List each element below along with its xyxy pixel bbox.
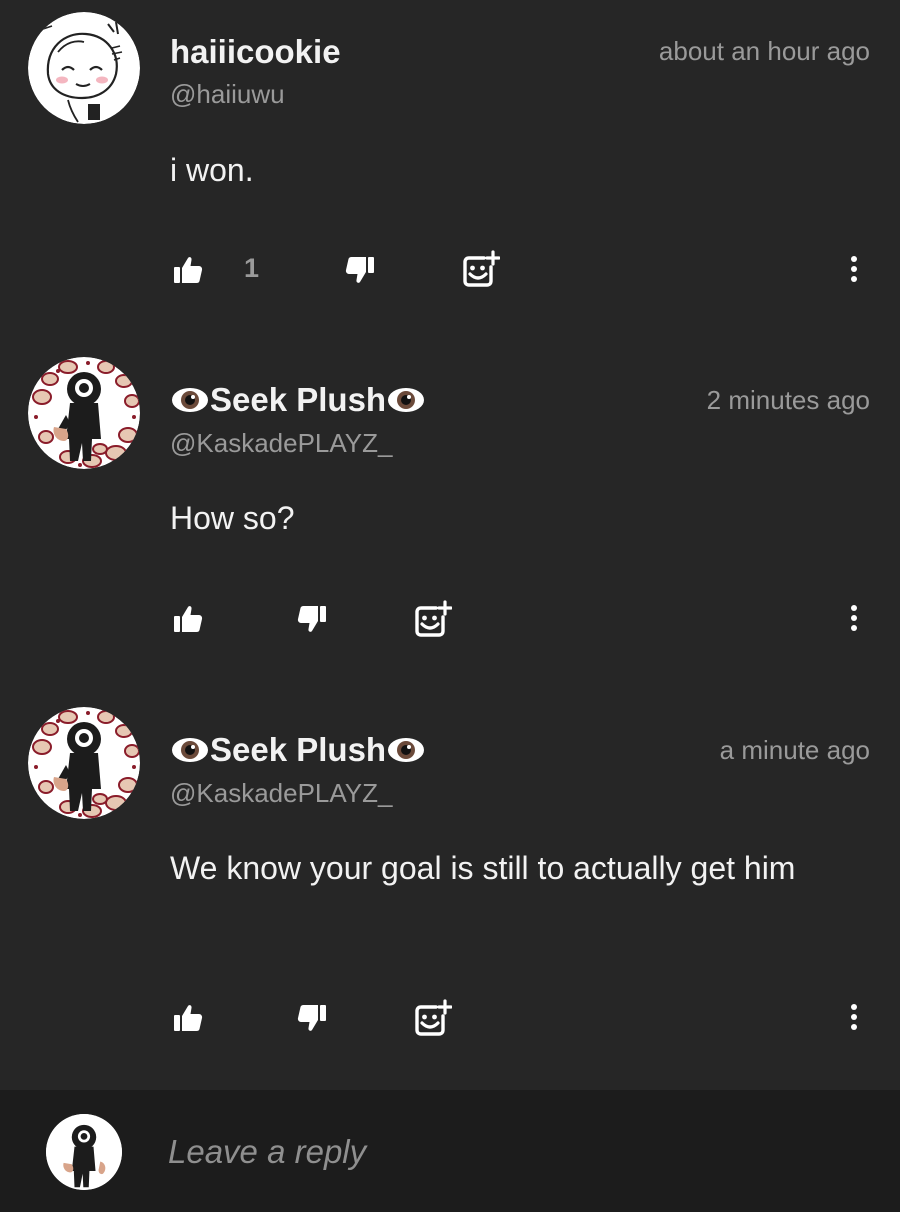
add-reaction-button[interactable] xyxy=(458,248,502,292)
add-reaction-button[interactable] xyxy=(410,598,454,642)
eye-emoji-icon xyxy=(170,735,210,765)
more-vertical-icon xyxy=(851,256,857,262)
comment-text: i won. xyxy=(170,152,254,188)
like-count: 1 xyxy=(244,253,260,283)
eye-emoji-icon xyxy=(170,385,210,415)
seek-plush-avatar-icon xyxy=(28,357,140,469)
timestamp: 2 minutes ago xyxy=(706,385,870,415)
dislike-button[interactable] xyxy=(342,252,378,288)
thumbs-up-icon xyxy=(172,254,204,286)
timestamp: a minute ago xyxy=(719,735,870,765)
reply-bar xyxy=(0,1090,900,1212)
more-vertical-icon xyxy=(851,1004,857,1010)
user-handle[interactable]: @KaskadePLAYZ_ xyxy=(170,427,392,459)
user-handle[interactable]: @haiiuwu xyxy=(170,78,285,110)
current-user-avatar xyxy=(46,1114,122,1190)
more-options-button[interactable] xyxy=(844,997,864,1037)
thumbs-down-icon xyxy=(344,254,376,286)
display-name[interactable]: Seek Plush xyxy=(170,730,426,770)
eye-emoji-icon xyxy=(386,735,426,765)
display-name[interactable]: Seek Plush xyxy=(170,380,426,420)
timestamp: about an hour ago xyxy=(658,36,870,66)
dislike-button[interactable] xyxy=(294,601,330,637)
display-name-text: Seek Plush xyxy=(210,381,387,418)
comment-text: We know your goal is still to actually g… xyxy=(170,850,796,886)
avatar[interactable] xyxy=(28,357,140,469)
like-button[interactable] xyxy=(170,252,206,288)
more-options-button[interactable] xyxy=(844,249,864,289)
display-name[interactable]: haiiicookie xyxy=(170,32,341,72)
add-reaction-icon xyxy=(460,250,500,290)
add-reaction-icon xyxy=(412,999,452,1039)
user-handle[interactable]: @KaskadePLAYZ_ xyxy=(170,777,392,809)
sketch-avatar-icon xyxy=(28,12,140,124)
seek-plush-avatar-icon xyxy=(46,1114,122,1190)
dislike-button[interactable] xyxy=(294,1000,330,1036)
more-vertical-icon xyxy=(851,605,857,611)
like-button[interactable] xyxy=(170,601,206,637)
reply-input[interactable] xyxy=(168,1128,848,1176)
add-reaction-button[interactable] xyxy=(410,997,454,1041)
more-options-button[interactable] xyxy=(844,598,864,638)
avatar[interactable] xyxy=(28,12,140,124)
seek-plush-avatar-icon xyxy=(28,707,140,819)
comment-text: How so? xyxy=(170,500,295,536)
avatar[interactable] xyxy=(28,707,140,819)
eye-emoji-icon xyxy=(386,385,426,415)
thumbs-up-icon xyxy=(172,1002,204,1034)
thumbs-down-icon xyxy=(296,603,328,635)
display-name-text: Seek Plush xyxy=(210,731,387,768)
thumbs-up-icon xyxy=(172,603,204,635)
thumbs-down-icon xyxy=(296,1002,328,1034)
like-button[interactable] xyxy=(170,1000,206,1036)
add-reaction-icon xyxy=(412,600,452,640)
display-name-text: haiiicookie xyxy=(170,33,341,70)
